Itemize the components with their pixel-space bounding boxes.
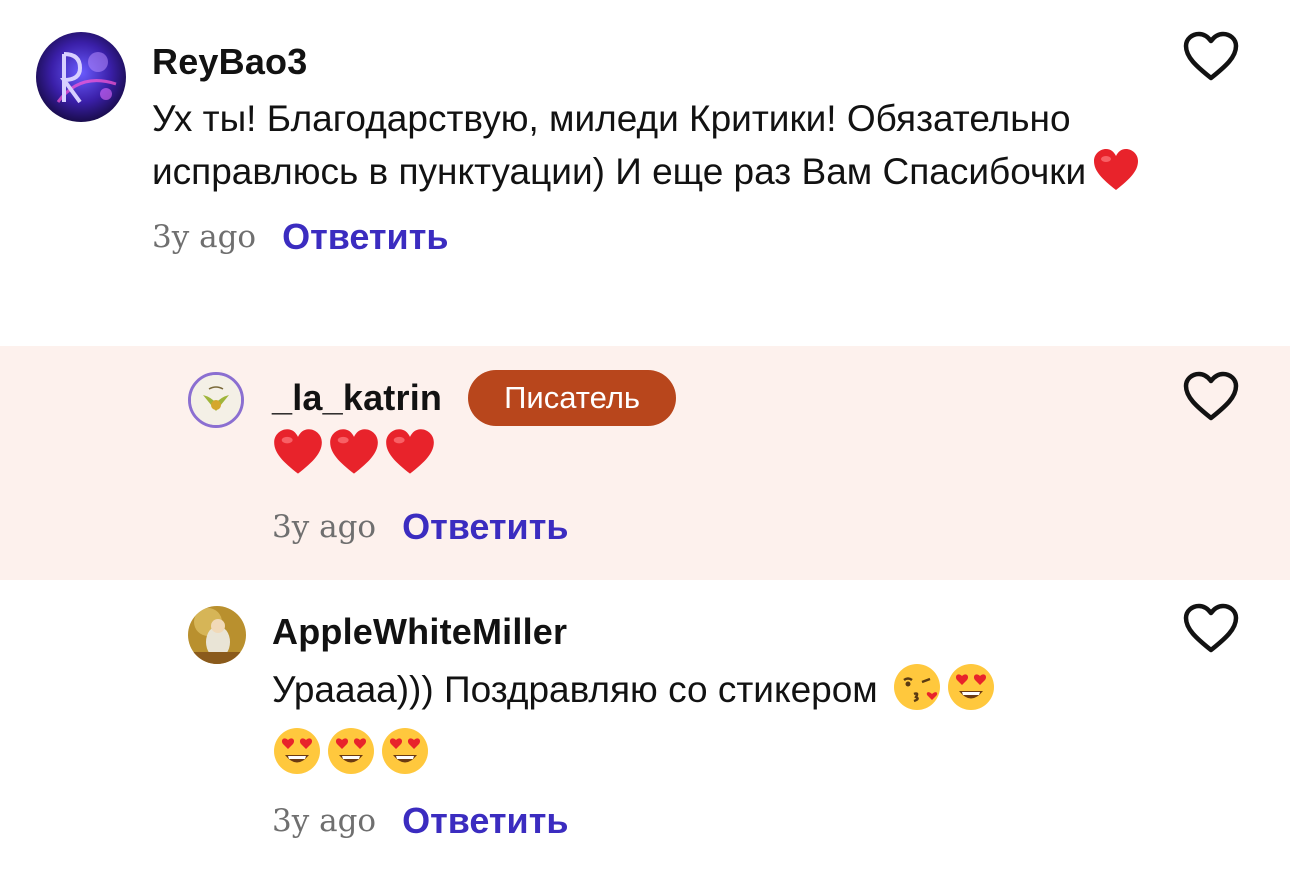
- like-button[interactable]: [1182, 602, 1240, 654]
- heart-eyes-face-emoji: [326, 726, 376, 790]
- reply-button[interactable]: Ответить: [282, 216, 448, 258]
- heart-eyes-face-emoji: [946, 662, 996, 726]
- avatar[interactable]: [36, 32, 126, 122]
- heart-eyes-face-emoji: [380, 726, 430, 790]
- comment-item: ReyBao3 Ух ты! Благодарствую, миледи Кри…: [0, 0, 1290, 346]
- comment-item: _la_katrin Писатель 3y ago Ответить: [0, 346, 1290, 580]
- username[interactable]: _la_katrin: [272, 377, 442, 419]
- writer-badge: Писатель: [468, 370, 677, 426]
- comment-text: Ух ты! Благодарствую, миледи Критики! Об…: [152, 92, 1152, 206]
- avatar[interactable]: [188, 606, 246, 664]
- red-heart-emoji: [328, 428, 380, 490]
- reply-button[interactable]: Ответить: [402, 800, 568, 842]
- timestamp: 3y ago: [272, 803, 377, 839]
- comment-text: Урaaaa))) Поздравляю со стикером: [272, 662, 1152, 790]
- avatar[interactable]: [188, 372, 244, 428]
- comment-thread: ReyBao3 Ух ты! Благодарствую, миледи Кри…: [0, 0, 1290, 870]
- reply-button[interactable]: Ответить: [402, 506, 568, 548]
- username[interactable]: ReyBao3: [152, 41, 307, 83]
- heart-outline-icon: [1183, 31, 1239, 81]
- kissing-face-emoji: [892, 662, 942, 726]
- comment-text: [272, 428, 1152, 486]
- timestamp: 3y ago: [272, 509, 377, 545]
- heart-outline-icon: [1183, 371, 1239, 421]
- red-heart-emoji: [1092, 148, 1140, 206]
- username[interactable]: AppleWhiteMiller: [272, 611, 567, 653]
- like-button[interactable]: [1182, 370, 1240, 422]
- heart-eyes-face-emoji: [272, 726, 322, 790]
- like-button[interactable]: [1182, 30, 1240, 82]
- timestamp: 3y ago: [152, 219, 257, 255]
- comment-item: AppleWhiteMiller Урaaaa))) Поздравляю со…: [0, 580, 1290, 870]
- heart-outline-icon: [1183, 603, 1239, 653]
- red-heart-emoji: [384, 428, 436, 490]
- red-heart-emoji: [272, 428, 324, 490]
